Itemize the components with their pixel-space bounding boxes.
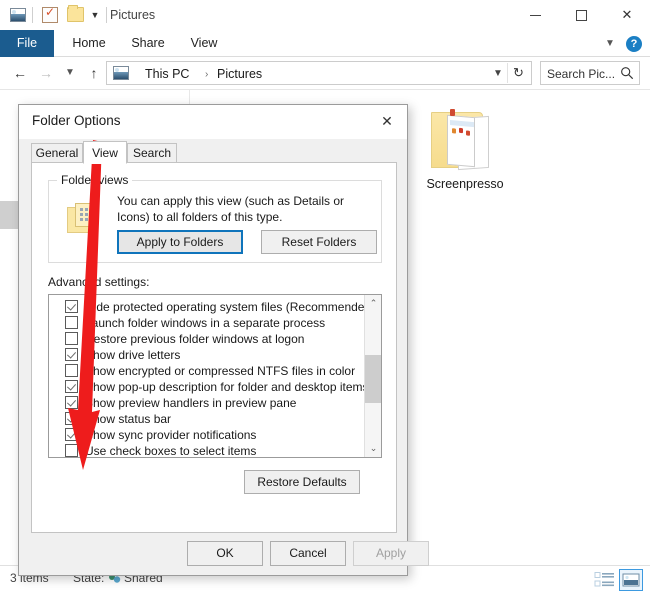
advanced-setting-label: Hide protected operating system files (R…: [85, 299, 375, 315]
ribbon-tabstrip: File Home Share View ▼ ?: [0, 30, 650, 57]
folder-views-group: Folder views You can a: [48, 180, 382, 263]
advanced-setting-label: Show pop-up description for folder and d…: [85, 379, 369, 395]
advanced-setting-label: Show sync provider notifications: [85, 427, 256, 443]
advanced-setting-row[interactable]: Show status bar: [49, 411, 364, 427]
advanced-settings-list[interactable]: Hide protected operating system files (R…: [48, 294, 382, 458]
up-button[interactable]: ↑: [84, 63, 104, 83]
scroll-up-icon[interactable]: ⌃: [365, 295, 382, 312]
advanced-settings-label: Advanced settings:: [48, 275, 149, 289]
search-input[interactable]: Search Pic...: [540, 61, 640, 85]
scroll-down-icon[interactable]: ⌄: [365, 440, 382, 457]
forward-button[interactable]: →: [36, 63, 56, 83]
back-button[interactable]: ←: [10, 63, 30, 83]
pictures-icon: [10, 8, 26, 23]
folder-view-icon: [67, 203, 97, 235]
checkbox[interactable]: [65, 300, 78, 313]
breadcrumb-separator-icon: ›: [205, 66, 208, 83]
checkbox[interactable]: [65, 364, 78, 377]
checkbox[interactable]: [65, 396, 78, 409]
breadcrumb-pictures[interactable]: Pictures: [217, 65, 262, 83]
advanced-setting-label: Show drive letters: [85, 347, 180, 363]
dialog-title: Folder Options: [32, 113, 121, 128]
advanced-setting-label: Show preview handlers in preview pane: [85, 395, 296, 411]
window-titlebar: ▼ Pictures ✕: [0, 0, 650, 30]
advanced-setting-label: Launch folder windows in a separate proc…: [85, 315, 325, 331]
window-title: Pictures: [110, 6, 155, 24]
toolbar-separator-1: [32, 7, 33, 23]
nav-pane-selected-item[interactable]: [0, 201, 18, 229]
scrollbar-thumb[interactable]: [365, 355, 382, 403]
search-placeholder: Search Pic...: [547, 65, 615, 83]
advanced-setting-row[interactable]: Show sync provider notifications: [49, 427, 364, 443]
tab-view-selected[interactable]: View: [83, 141, 127, 164]
checkbox[interactable]: [65, 428, 78, 441]
folder-options-dialog: Folder Options ✕ General Search View Fol…: [18, 104, 408, 576]
breadcrumb-this-pc[interactable]: This PC: [145, 65, 189, 83]
address-input[interactable]: This PC › Pictures ▼ ↻: [106, 61, 532, 85]
chevron-down-icon[interactable]: ▼: [88, 8, 102, 22]
close-button[interactable]: ✕: [604, 0, 650, 30]
large-icons-view-icon[interactable]: [619, 569, 643, 591]
advanced-setting-row[interactable]: Show pop-up description for folder and d…: [49, 379, 364, 395]
restore-defaults-button[interactable]: Restore Defaults: [244, 470, 360, 494]
advanced-setting-row[interactable]: Show encrypted or compressed NTFS files …: [49, 363, 364, 379]
tab-share[interactable]: Share: [122, 30, 174, 57]
refresh-icon[interactable]: ↻: [507, 63, 529, 83]
properties-icon[interactable]: [42, 7, 58, 23]
ok-button[interactable]: OK: [187, 541, 263, 566]
help-icon[interactable]: ?: [626, 36, 642, 52]
pictures-icon: [113, 66, 129, 80]
search-icon: [620, 66, 634, 80]
dialog-view-panel: Folder views You can a: [31, 162, 397, 533]
dialog-titlebar: Folder Options ✕: [19, 105, 407, 139]
advanced-setting-label: Use check boxes to select items: [85, 443, 256, 458]
recent-locations-icon[interactable]: ▼: [60, 63, 80, 83]
tab-file[interactable]: File: [0, 30, 54, 57]
advanced-setting-row[interactable]: Hide protected operating system files (R…: [49, 299, 364, 315]
details-view-icon[interactable]: [594, 570, 616, 590]
cancel-button[interactable]: Cancel: [270, 541, 346, 566]
minimize-button[interactable]: [512, 0, 558, 30]
advanced-setting-label: Show encrypted or compressed NTFS files …: [85, 363, 355, 379]
list-item[interactable]: Screenpresso: [415, 108, 515, 213]
reset-folders-button[interactable]: Reset Folders: [261, 230, 377, 254]
checkbox[interactable]: [65, 444, 78, 457]
tab-view[interactable]: View: [180, 30, 228, 57]
dialog-tabs: General Search View: [31, 141, 397, 163]
file-explorer-window: ▼ Pictures ✕ File Home Share View ▼ ? ← …: [0, 0, 650, 592]
checkbox[interactable]: [65, 380, 78, 393]
advanced-settings-scrollbar[interactable]: ⌃ ⌄: [364, 295, 381, 457]
toolbar-separator-2: [106, 7, 107, 23]
dialog-close-icon[interactable]: ✕: [367, 105, 407, 137]
advanced-setting-row[interactable]: Show preview handlers in preview pane: [49, 395, 364, 411]
apply-button[interactable]: Apply: [353, 541, 429, 566]
folder-views-group-label: Folder views: [57, 173, 132, 187]
chevron-down-icon[interactable]: ▼: [491, 67, 505, 81]
tab-home[interactable]: Home: [62, 30, 116, 57]
tab-search[interactable]: Search: [127, 143, 177, 163]
advanced-setting-row[interactable]: Restore previous folder windows at logon: [49, 331, 364, 347]
folder-views-description: You can apply this view (such as Details…: [117, 193, 369, 225]
checkbox[interactable]: [65, 348, 78, 361]
advanced-setting-label: Show status bar: [85, 411, 171, 427]
advanced-setting-row[interactable]: Launch folder windows in a separate proc…: [49, 315, 364, 331]
advanced-setting-label: Restore previous folder windows at logon: [85, 331, 304, 347]
apply-to-folders-button[interactable]: Apply to Folders: [117, 230, 243, 254]
checkbox[interactable]: [65, 316, 78, 329]
advanced-setting-row[interactable]: Show drive letters: [49, 347, 364, 363]
list-item-label: Screenpresso: [415, 177, 515, 191]
maximize-button[interactable]: [558, 0, 604, 30]
new-folder-icon[interactable]: [67, 7, 84, 22]
folder-icon: [431, 108, 499, 170]
checkbox[interactable]: [65, 332, 78, 345]
tab-general[interactable]: General: [31, 143, 83, 163]
checkbox[interactable]: [65, 412, 78, 425]
address-bar-row: ← → ▼ ↑ This PC › Pictures ▼ ↻ Search Pi…: [0, 57, 650, 89]
chevron-down-icon[interactable]: ▼: [602, 36, 618, 52]
advanced-setting-row[interactable]: Use check boxes to select items: [49, 443, 364, 458]
